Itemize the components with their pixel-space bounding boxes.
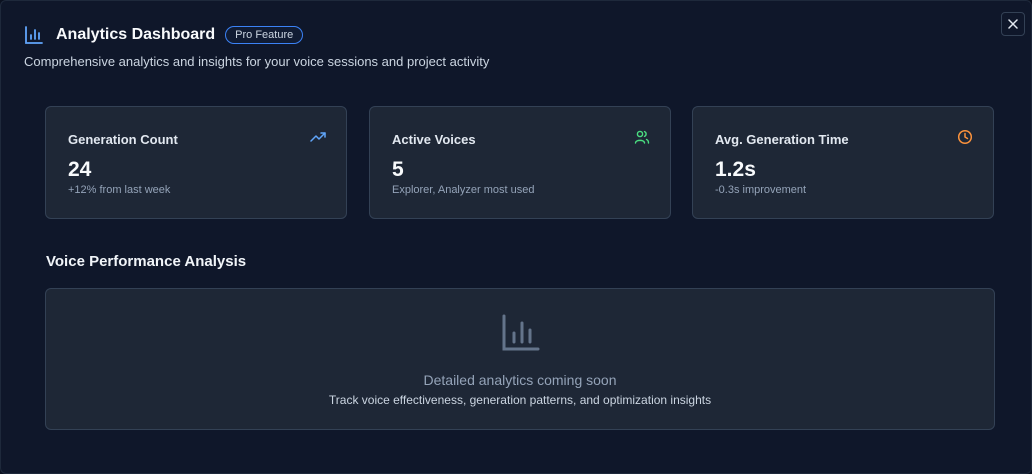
trending-up-icon (310, 132, 326, 142)
card-value: 1.2s (715, 158, 756, 181)
dialog-subtitle: Comprehensive analytics and insights for… (24, 54, 490, 69)
card-value: 5 (392, 158, 404, 181)
avg-generation-time-card: Avg. Generation Time 1.2s -0.3s improvem… (692, 106, 994, 219)
placeholder-title: Detailed analytics coming soon (423, 372, 617, 388)
card-value: 24 (68, 158, 92, 181)
analytics-dialog: Analytics Dashboard Pro Feature Comprehe… (0, 0, 1032, 474)
card-note: +12% from last week (68, 184, 171, 196)
analytics-placeholder: Detailed analytics coming soon Track voi… (45, 288, 995, 430)
bar-chart-icon (25, 26, 43, 44)
bar-chart-icon (502, 314, 540, 351)
card-label: Generation Count (68, 132, 178, 147)
generation-count-card: Generation Count 24 +12% from last week (45, 106, 347, 219)
dialog-title: Analytics Dashboard (56, 26, 216, 43)
clock-icon (957, 129, 973, 145)
card-label: Active Voices (392, 132, 476, 147)
card-note: Explorer, Analyzer most used (392, 184, 535, 196)
close-button[interactable] (1001, 12, 1025, 36)
section-title: Voice Performance Analysis (46, 253, 247, 270)
card-note: -0.3s improvement (715, 184, 807, 196)
dialog-header: Analytics Dashboard Pro Feature (24, 25, 304, 45)
close-icon (1008, 19, 1018, 29)
pro-feature-badge: Pro Feature (225, 26, 304, 44)
placeholder-subtitle: Track voice effectiveness, generation pa… (328, 393, 712, 407)
active-voices-card: Active Voices 5 Explorer, Analyzer most … (369, 106, 671, 219)
users-icon (634, 130, 650, 144)
card-label: Avg. Generation Time (715, 132, 849, 147)
